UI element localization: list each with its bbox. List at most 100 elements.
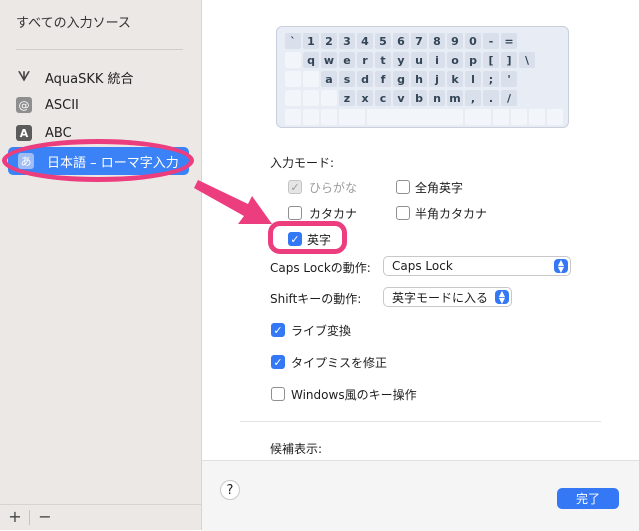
keyboard-key: z	[339, 90, 355, 106]
source-item-japanese-romaji[interactable]: あ 日本語 – ローマ字入力	[8, 147, 189, 175]
keyboard-key: /	[501, 90, 517, 106]
keyboard-key: ,	[465, 90, 481, 106]
keyboard-row: a s d f g h j k l; '	[285, 71, 517, 87]
keyboard-key-blank	[303, 71, 319, 87]
keyboard-key: ]	[501, 52, 517, 68]
keyboard-key: q	[303, 52, 319, 68]
keyboard-key: r	[357, 52, 373, 68]
keyboard-key: 1	[303, 33, 319, 49]
keyboard-row: ` 1 2 3 4 5 6 7 8 9 0- =	[285, 33, 517, 49]
input-mode-title: 入力モード:	[270, 156, 335, 170]
keyboard-key: d	[357, 71, 373, 87]
keyboard-key: a	[321, 71, 337, 87]
keyboard-row: q w e r t y u i o p[] \	[285, 52, 535, 68]
checkbox-typo-correction[interactable]: ✓	[271, 355, 285, 369]
keyboard-key: ;	[483, 71, 499, 87]
capslock-select[interactable]: Caps Lock ▲ ▼	[383, 256, 571, 276]
checkbox-label: 全角英字	[415, 181, 464, 195]
checkbox-hiragana[interactable]: ✓	[288, 180, 302, 194]
keyboard-key: 3	[339, 33, 355, 49]
remove-source-button[interactable]: −	[35, 507, 55, 526]
checkbox-windows-keys[interactable]	[271, 387, 285, 401]
keyboard-key: 0	[465, 33, 481, 49]
checkbox-label: Windows風のキー操作	[291, 388, 417, 402]
keyboard-key: 9	[447, 33, 463, 49]
check-icon: ✓	[290, 180, 300, 194]
keyboard-key: '	[501, 71, 517, 87]
checkbox-label: ライブ変換	[291, 324, 352, 338]
keyboard-key: x	[357, 90, 373, 106]
shift-select[interactable]: 英字モードに入る ▲ ▼	[383, 287, 512, 307]
keyboard-key: m	[447, 90, 463, 106]
divider	[29, 510, 30, 525]
checkbox-live-conversion[interactable]: ✓	[271, 323, 285, 337]
keyboard-key-blank	[285, 52, 301, 68]
keyboard-key: \	[519, 52, 535, 68]
hiragana-icon: あ	[18, 153, 34, 169]
sidebar-title: すべての入力ソース	[16, 16, 131, 31]
keyboard-key: t	[375, 52, 391, 68]
checkbox-label: 英字	[307, 233, 332, 247]
keyboard-key: w	[321, 52, 337, 68]
keyboard-key: 2	[321, 33, 337, 49]
source-label: AquaSKK 統合	[45, 71, 134, 87]
source-label: ABC	[45, 125, 72, 141]
keyboard-key: k	[447, 71, 463, 87]
keyboard-key: u	[411, 52, 427, 68]
check-icon: ✓	[273, 323, 283, 337]
select-value: 英字モードに入る	[392, 290, 489, 305]
done-button[interactable]: 完了	[557, 488, 619, 509]
keyboard-key: 7	[411, 33, 427, 49]
keyboard-key: f	[375, 71, 391, 87]
ascii-icon: @	[16, 97, 32, 113]
keyboard-key: j	[429, 71, 445, 87]
keyboard-key: `	[285, 33, 301, 49]
candidates-title: 候補表示:	[270, 442, 323, 456]
aquaskk-icon: ᗐ	[17, 69, 31, 85]
updown-icon: ▲ ▼	[495, 290, 509, 305]
checkbox-label: タイプミスを修正	[291, 356, 388, 370]
divider	[240, 421, 601, 422]
checkbox-hankaku-katakana[interactable]	[396, 206, 410, 220]
keyboard-layout-preview: ` 1 2 3 4 5 6 7 8 9 0- = q w e r t y u i o p[] \ a s d f g h j k l; ' …	[276, 26, 569, 128]
checkbox-katakana[interactable]	[288, 206, 302, 220]
keyboard-key: 5	[375, 33, 391, 49]
keyboard-key: n	[429, 90, 445, 106]
keyboard-row: z x c v b n m,. /	[285, 90, 517, 106]
abc-icon: A	[16, 125, 32, 141]
source-item-abc[interactable]: A ABC	[16, 121, 72, 145]
help-button[interactable]: ?	[220, 480, 240, 500]
capslock-label: Caps Lockの動作:	[270, 261, 371, 275]
keyboard-key: =	[501, 33, 517, 49]
keyboard-key: e	[339, 52, 355, 68]
keyboard-key: 6	[393, 33, 409, 49]
keyboard-key: g	[393, 71, 409, 87]
keyboard-key: 8	[429, 33, 445, 49]
shift-label: Shiftキーの動作:	[270, 292, 362, 306]
source-item-aquaskk[interactable]: ᗐ AquaSKK 統合	[16, 65, 134, 89]
keyboard-key: c	[375, 90, 391, 106]
checkbox-eiji[interactable]: ✓	[288, 232, 302, 246]
annotation-arrow-icon	[194, 180, 272, 224]
source-label: ASCII	[45, 97, 79, 113]
check-icon: ✓	[290, 232, 300, 246]
keyboard-key: b	[411, 90, 427, 106]
checkbox-label: カタカナ	[309, 207, 358, 221]
checkbox-zenkaku-eiji[interactable]	[396, 180, 410, 194]
source-item-ascii[interactable]: @ ASCII	[16, 93, 79, 117]
keyboard-key: -	[483, 33, 499, 49]
keyboard-key-blank	[321, 90, 337, 106]
checkbox-label: 半角カタカナ	[415, 207, 488, 221]
checkbox-label: ひらがな	[309, 181, 358, 195]
keyboard-key-blank	[285, 90, 301, 106]
updown-icon: ▲ ▼	[554, 259, 568, 274]
divider	[16, 49, 183, 50]
sidebar: すべての入力ソース ᗐ AquaSKK 統合 @ ASCII A ABC あ 日…	[0, 0, 202, 530]
keyboard-key: i	[429, 52, 445, 68]
keyboard-key: h	[411, 71, 427, 87]
add-source-button[interactable]: +	[5, 507, 25, 526]
sidebar-footer: + −	[0, 504, 201, 530]
keyboard-key: s	[339, 71, 355, 87]
keyboard-key: .	[483, 90, 499, 106]
keyboard-key-blank	[285, 71, 301, 87]
